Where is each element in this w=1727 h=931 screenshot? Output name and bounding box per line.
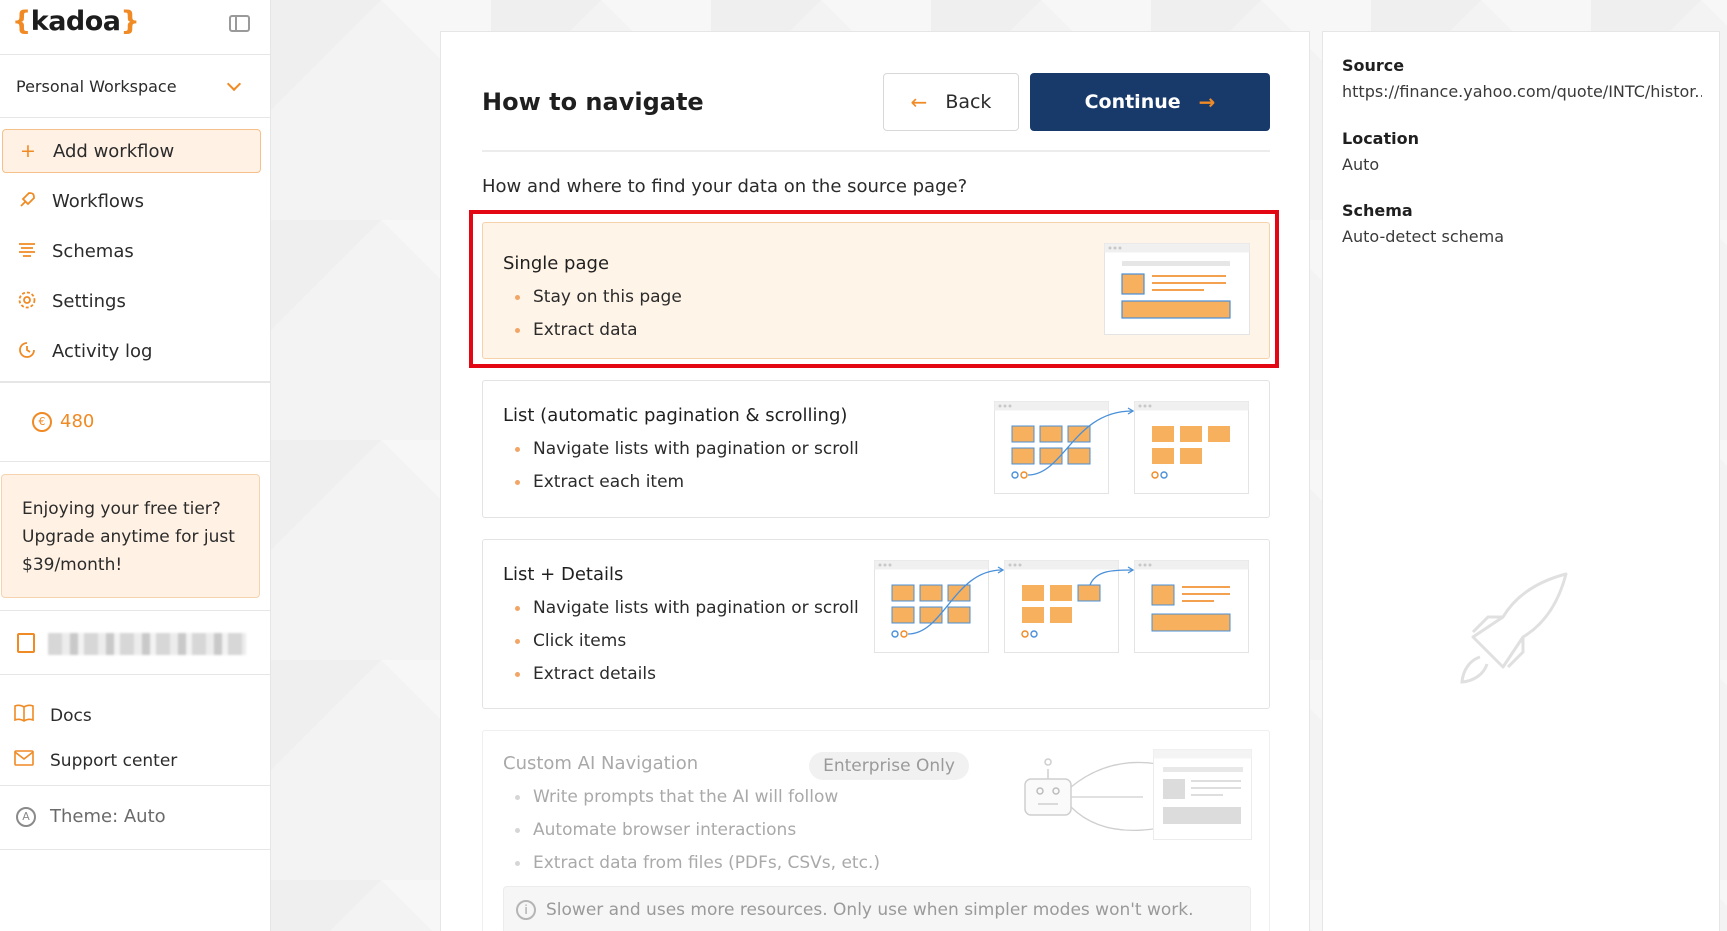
credits-balance[interactable]: € 480: [32, 411, 94, 432]
list-icon: [16, 240, 38, 262]
help-links: Docs Support center: [0, 678, 270, 786]
navigation-card: How to navigate ← Back Continue → How an…: [440, 31, 1310, 931]
info-icon: i: [516, 900, 536, 920]
workspace-label: Personal Workspace: [16, 77, 177, 96]
coin-icon: €: [32, 411, 52, 432]
sidebar-item-schemas[interactable]: Schemas: [2, 229, 261, 273]
navigation-question: How and where to find your data on the s…: [482, 176, 968, 197]
arrow-left-icon: ←: [910, 90, 928, 114]
option-title: List + Details: [503, 564, 624, 585]
continue-label: Continue: [1084, 91, 1181, 113]
arrow-right-icon: →: [1198, 90, 1216, 114]
auto-theme-icon: A: [16, 806, 36, 827]
theme-toggle[interactable]: A Theme: Auto: [16, 806, 166, 827]
sidebar: {kadoa} Personal Workspace + Add workflo…: [0, 0, 271, 931]
credits-value: 480: [60, 411, 95, 432]
sidebar-nav: + Add workflow Workflows Schemas Setting…: [0, 119, 270, 382]
account-email-redacted: [48, 633, 246, 655]
workspace-selector[interactable]: Personal Workspace: [0, 55, 270, 118]
back-button[interactable]: ← Back: [883, 73, 1019, 131]
option-bullets: Navigate lists with pagination or scroll…: [503, 433, 859, 499]
enterprise-only-badge: Enterprise Only: [809, 752, 969, 780]
sidebar-collapse-icon[interactable]: [229, 15, 250, 32]
logo-row: {kadoa}: [0, 0, 270, 55]
theme-row: A Theme: Auto: [0, 786, 270, 850]
continue-button[interactable]: Continue →: [1030, 73, 1270, 131]
sidebar-item-label: Activity log: [52, 340, 153, 362]
clock-icon: [16, 340, 38, 362]
option-bullet: Extract data from files (PDFs, CSVs, etc…: [503, 847, 880, 880]
location-label: Location: [1342, 129, 1419, 148]
option-bullet: Extract details: [503, 658, 859, 691]
logo-brace-close: }: [120, 6, 140, 37]
schema-label: Schema: [1342, 201, 1413, 220]
divider: [482, 150, 1270, 152]
support-link[interactable]: Support center: [14, 750, 177, 771]
docs-label: Docs: [50, 705, 92, 726]
option-bullet: Extract each item: [503, 466, 859, 499]
promo-text: Enjoying your free tier? Upgrade anytime…: [22, 499, 235, 575]
mail-icon: [14, 750, 36, 771]
option-bullet: Write prompts that the AI will follow: [503, 781, 880, 814]
option-list-details[interactable]: List + Details Navigate lists with pagin…: [482, 539, 1270, 709]
back-label: Back: [945, 91, 992, 113]
sidebar-item-workflows[interactable]: Workflows: [2, 179, 261, 223]
chevron-down-icon: [226, 76, 242, 92]
account-row[interactable]: [0, 610, 270, 675]
sidebar-item-label: Schemas: [52, 240, 134, 262]
gear-icon: [16, 290, 38, 312]
workflow-summary-panel: Source https://finance.yahoo.com/quote/I…: [1322, 31, 1720, 931]
note-text: Slower and uses more resources. Only use…: [546, 900, 1194, 920]
sidebar-item-label: Settings: [52, 290, 126, 312]
option-bullets: Write prompts that the AI will follow Au…: [503, 781, 880, 880]
upgrade-promo[interactable]: Enjoying your free tier? Upgrade anytime…: [1, 474, 260, 598]
support-label: Support center: [50, 750, 178, 771]
logo-text: kadoa: [30, 6, 121, 37]
logo-brace-open: {: [12, 6, 31, 37]
kadoa-logo[interactable]: {kadoa}: [12, 6, 140, 37]
rocket-icon: [16, 190, 38, 212]
rocket-illustration-icon: [1460, 572, 1568, 684]
performance-note: i Slower and uses more resources. Only u…: [503, 886, 1251, 931]
user-badge-icon: [17, 633, 35, 653]
theme-label: Theme: Auto: [50, 806, 166, 827]
list-pagination-illustration: [994, 401, 1249, 494]
option-title: Custom AI Navigation: [503, 753, 699, 774]
option-list[interactable]: List (automatic pagination & scrolling) …: [482, 380, 1270, 518]
location-value: Auto: [1342, 155, 1380, 174]
option-bullets: Navigate lists with pagination or scroll…: [503, 592, 859, 691]
option-title: List (automatic pagination & scrolling): [503, 405, 848, 426]
docs-link[interactable]: Docs: [14, 704, 92, 727]
option-bullet: Automate browser interactions: [503, 814, 880, 847]
sidebar-item-activity-log[interactable]: Activity log: [2, 329, 261, 373]
list-details-illustration: [874, 560, 1249, 653]
sidebar-item-label: Workflows: [52, 190, 145, 212]
option-bullet: Navigate lists with pagination or scroll: [503, 433, 859, 466]
page-title: How to navigate: [482, 88, 704, 116]
option-bullet: Click items: [503, 625, 859, 658]
sidebar-item-add-workflow[interactable]: + Add workflow: [2, 129, 261, 173]
option-bullet: Navigate lists with pagination or scroll: [503, 592, 859, 625]
schema-value: Auto-detect schema: [1342, 227, 1504, 246]
sidebar-item-label: Add workflow: [53, 140, 175, 162]
plus-icon: +: [20, 140, 36, 162]
source-url[interactable]: https://finance.yahoo.com/quote/INTC/his…: [1342, 82, 1702, 101]
sidebar-item-settings[interactable]: Settings: [2, 279, 261, 323]
source-label: Source: [1342, 56, 1405, 75]
book-icon: [14, 704, 36, 727]
credits-row: € 480: [0, 382, 270, 462]
ai-navigation-illustration: [1024, 749, 1252, 840]
selection-highlight: [469, 210, 1279, 368]
